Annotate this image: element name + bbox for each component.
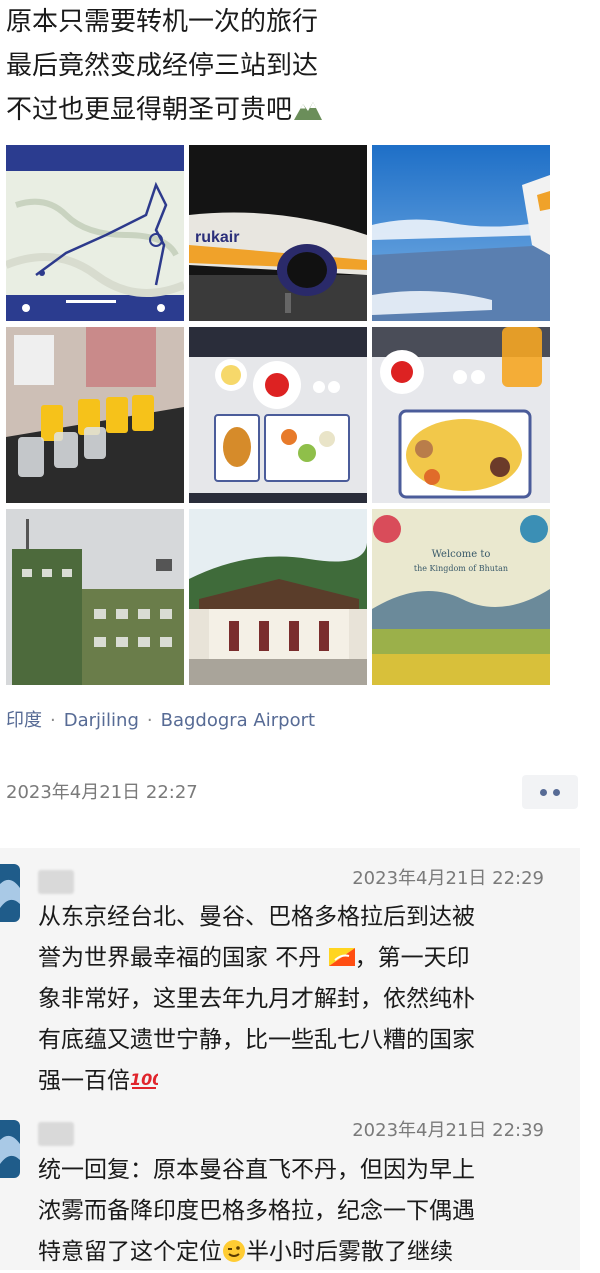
photo-meal-tray[interactable] <box>189 327 367 503</box>
photo-sky-wing[interactable] <box>372 145 550 321</box>
comments-section: 2023年4月21日 22:29 从东京经台北、曼谷、巴格多格拉后到达被 誉为世… <box>0 848 580 1270</box>
photo-flight-map[interactable] <box>6 145 184 321</box>
post-line-1: 原本只需要转机一次的旅行 <box>6 7 319 37</box>
welcome-text-1: Welcome to <box>432 549 491 560</box>
winking-face-emoji-icon <box>223 1240 245 1262</box>
post-text: 原本只需要转机一次的旅行 最后竟然变成经停三站到达 不过也更显得朝圣可贵吧 <box>6 0 586 132</box>
hundred-points-emoji-icon: 100 <box>130 1070 158 1089</box>
avatar[interactable] <box>0 1120 20 1178</box>
photo-noodle-meal[interactable] <box>372 327 550 503</box>
separator-dot: · <box>50 710 56 731</box>
comment-time: 2023年4月21日 22:39 <box>352 1120 544 1141</box>
svg-text:100: 100 <box>130 1070 158 1089</box>
post-timestamp: 2023年4月21日 22:27 <box>6 782 198 803</box>
location-place[interactable]: Bagdogra Airport <box>161 710 315 731</box>
post-line-3: 不过也更显得朝圣可贵吧 <box>6 88 586 132</box>
photo-airport-tower[interactable] <box>6 509 184 685</box>
location-city[interactable]: Darjiling <box>64 710 139 731</box>
more-dot-icon <box>553 788 560 796</box>
mountain-emoji-icon <box>294 102 323 120</box>
welcome-text-2: the Kingdom of Bhutan <box>414 564 508 573</box>
comment-time: 2023年4月21日 22:29 <box>352 868 544 889</box>
separator-dot: · <box>146 710 153 731</box>
photo-aircraft[interactable]: rukair <box>189 145 367 321</box>
more-dot-icon <box>540 788 547 796</box>
photo-drinks-tray[interactable] <box>6 327 184 503</box>
photo-welcome-bhutan[interactable]: Welcome to the Kingdom of Bhutan <box>372 509 550 685</box>
photo-paro-airport[interactable] <box>189 509 367 685</box>
location-country[interactable]: 印度 <box>6 710 42 731</box>
location-tag[interactable]: 印度 · Darjiling · Bagdogra Airport <box>6 706 315 732</box>
aircraft-livery-text: rukair <box>195 229 239 246</box>
comment-text: 统一回复：原本曼谷直飞不丹，但因为早上 浓雾而备降印度巴格多格拉，纪念一下偶遇 … <box>38 1157 475 1265</box>
avatar[interactable] <box>0 864 20 922</box>
more-options-button[interactable] <box>522 775 578 809</box>
comment-username[interactable] <box>38 870 74 894</box>
photo-grid: rukair Welcome to the Kingdom of Bhutan <box>6 145 550 685</box>
comment-text: 从东京经台北、曼谷、巴格多格拉后到达被 誉为世界最幸福的国家 不丹 ，第一天印 … <box>38 904 475 1094</box>
post-line-2: 最后竟然变成经停三站到达 <box>6 51 319 81</box>
comment-username[interactable] <box>38 1122 74 1146</box>
bhutan-flag-emoji-icon <box>328 948 355 966</box>
